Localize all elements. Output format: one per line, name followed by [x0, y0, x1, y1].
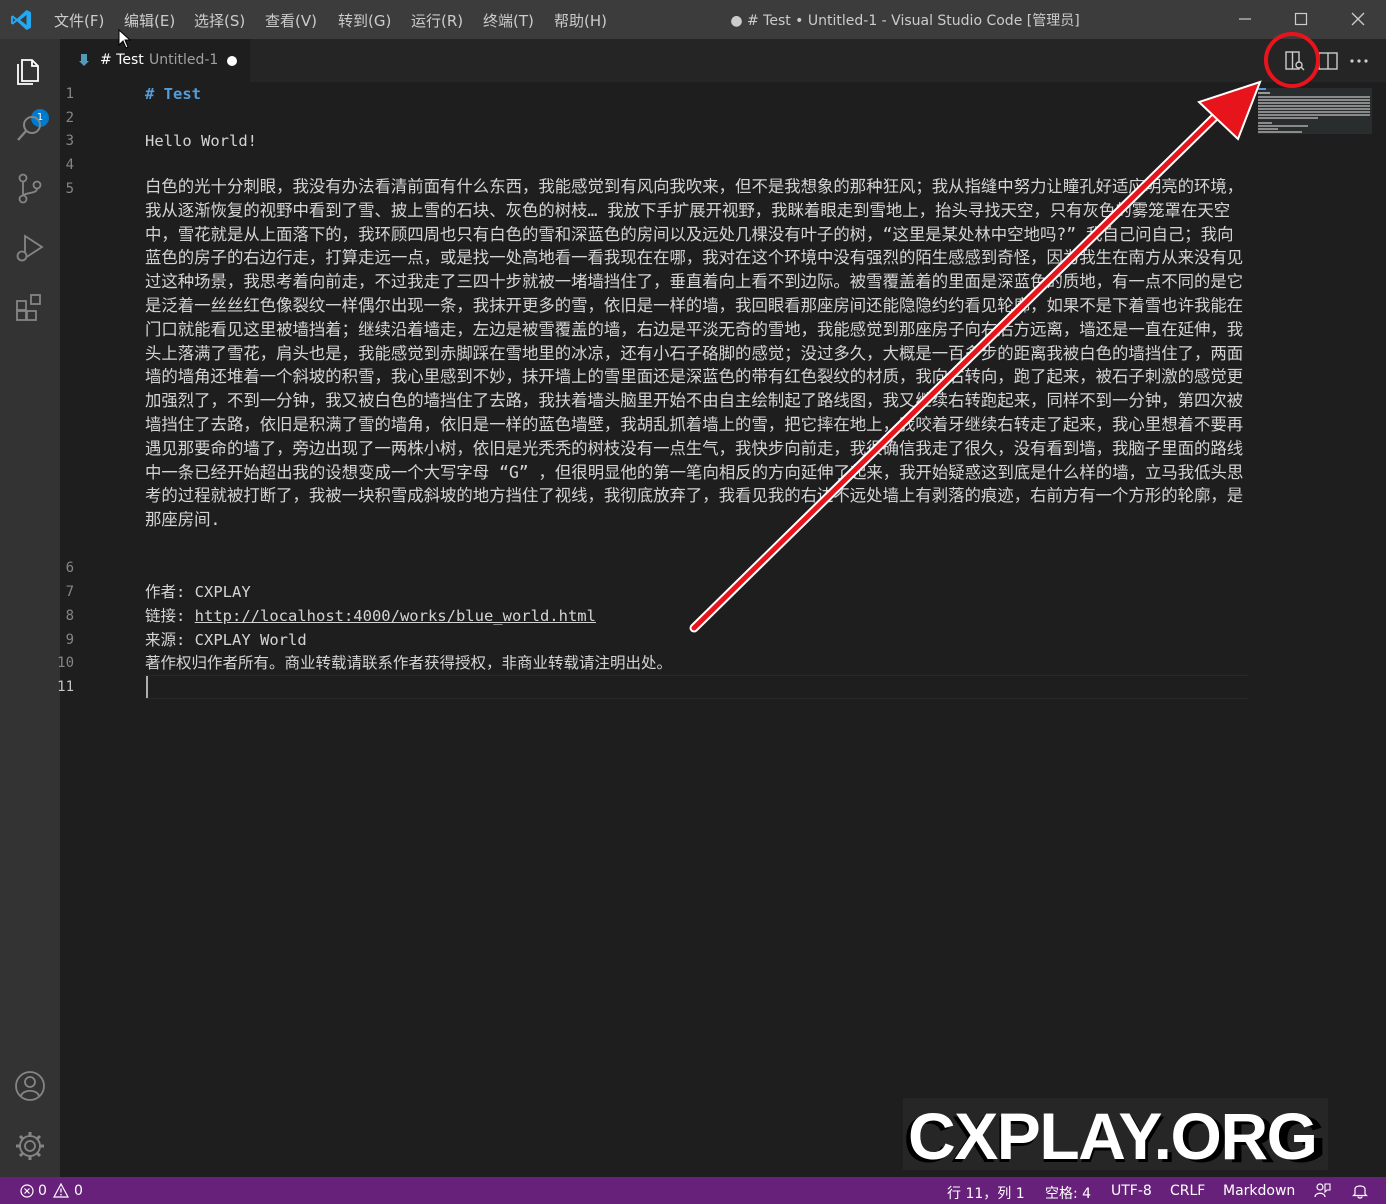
line-number: 10: [57, 655, 74, 671]
code-line-author[interactable]: 作者: CXPLAY: [145, 580, 251, 604]
tab-description: Untitled-1: [149, 52, 219, 68]
menu-edit[interactable]: 编辑(E): [124, 10, 175, 31]
link-prefix: 链接:: [145, 607, 195, 625]
menu-view[interactable]: 查看(V): [265, 10, 317, 31]
menu-file[interactable]: 文件(F): [54, 10, 104, 31]
error-icon[interactable]: [20, 1184, 34, 1198]
minimize-button[interactable]: [1217, 0, 1273, 39]
menu-selection[interactable]: 选择(S): [194, 10, 245, 31]
watermark: CXPLAY.ORG CXPLAY.ORG: [903, 1098, 1328, 1176]
end-of-line[interactable]: CRLF: [1170, 1183, 1205, 1199]
line-number-active: 11: [57, 679, 74, 695]
line-number: 3: [65, 133, 74, 149]
url-link[interactable]: http://localhost:4000/works/blue_world.h…: [195, 607, 596, 625]
code-line-heading[interactable]: # Test: [145, 82, 201, 106]
tab-untitled-1[interactable]: # Test Untitled-1: [60, 39, 250, 82]
extensions-icon[interactable]: [12, 290, 48, 326]
minimap[interactable]: [1258, 88, 1372, 134]
text-cursor: [146, 676, 148, 698]
line-number: 9: [65, 632, 74, 648]
open-preview-to-side-icon[interactable]: [1283, 49, 1307, 73]
menu-run[interactable]: 运行(R): [411, 10, 463, 31]
indentation[interactable]: 空格: 4: [1045, 1183, 1091, 1203]
warning-icon[interactable]: [53, 1183, 69, 1198]
minimap-preview: [1258, 88, 1370, 133]
bell-icon[interactable]: [1352, 1182, 1368, 1199]
line-number: 4: [65, 157, 74, 173]
error-count[interactable]: 0: [38, 1183, 47, 1199]
maximize-icon: [1294, 12, 1308, 26]
code-line-hello[interactable]: Hello World!: [145, 129, 257, 153]
code-line-source[interactable]: 来源: CXPLAY World: [145, 628, 307, 652]
line-number-gutter: 1 2 3 4 5 6 7 8 9 10 11: [57, 82, 130, 1177]
line-number: 6: [65, 560, 74, 576]
menu-go[interactable]: 转到(G): [338, 10, 391, 31]
code-line-copyright[interactable]: 著作权归作者所有。商业转载请联系作者获得授权，非商业转载请注明出处。: [145, 651, 672, 675]
close-icon: [1351, 12, 1365, 26]
account-icon[interactable]: [12, 1068, 48, 1104]
current-line-highlight: [145, 675, 1249, 699]
encoding[interactable]: UTF-8: [1111, 1183, 1152, 1199]
menu-terminal[interactable]: 终端(T): [483, 10, 534, 31]
minimize-icon: [1239, 18, 1251, 20]
settings-gear-icon[interactable]: [12, 1128, 48, 1164]
unsaved-dot-icon[interactable]: [227, 56, 237, 66]
mouse-pointer-icon: [118, 29, 132, 49]
maximize-button[interactable]: [1273, 0, 1329, 39]
line-number: 7: [65, 584, 74, 600]
tab-title: # Test: [100, 52, 144, 68]
line-number: 1: [65, 86, 74, 102]
watermark-text: CXPLAY.ORG: [908, 1099, 1318, 1170]
language-mode[interactable]: Markdown: [1223, 1183, 1295, 1199]
line-number: 8: [65, 608, 74, 624]
markdown-file-icon: [79, 54, 89, 66]
split-editor-icon[interactable]: [1316, 49, 1340, 73]
line-number: 5: [65, 181, 74, 197]
close-button[interactable]: [1330, 0, 1386, 39]
cursor-position[interactable]: 行 11，列 1: [947, 1183, 1025, 1203]
feedback-icon[interactable]: [1314, 1182, 1331, 1199]
menu-help[interactable]: 帮助(H): [554, 10, 607, 31]
code-line-link[interactable]: 链接: http://localhost:4000/works/blue_wor…: [145, 604, 596, 628]
title-bar: 文件(F) 编辑(E) 选择(S) 查看(V) 转到(G) 运行(R) 终端(T…: [0, 0, 1386, 39]
vscode-logo-icon: [11, 10, 31, 30]
window-title: ● # Test • Untitled-1 - Visual Studio Co…: [730, 13, 1080, 29]
status-bar: 0 0 行 11，列 1 空格: 4 UTF-8 CRLF Markdown: [0, 1177, 1386, 1204]
code-line-paragraph[interactable]: 白色的光十分刺眼，我没有办法看清前面有什么东西，我能感觉到有风向我吹来，但不是我…: [145, 175, 1245, 532]
line-number: 2: [65, 110, 74, 126]
warning-count[interactable]: 0: [74, 1183, 83, 1199]
editor-scrollbar[interactable]: [1374, 82, 1386, 1177]
run-debug-icon[interactable]: [12, 230, 48, 266]
editor-tab-bar: # Test Untitled-1: [60, 39, 1386, 82]
more-actions-icon[interactable]: [1347, 49, 1371, 73]
editor-area[interactable]: 1 2 3 4 5 6 7 8 9 10 11 # Test Hello Wor…: [57, 82, 1386, 1177]
